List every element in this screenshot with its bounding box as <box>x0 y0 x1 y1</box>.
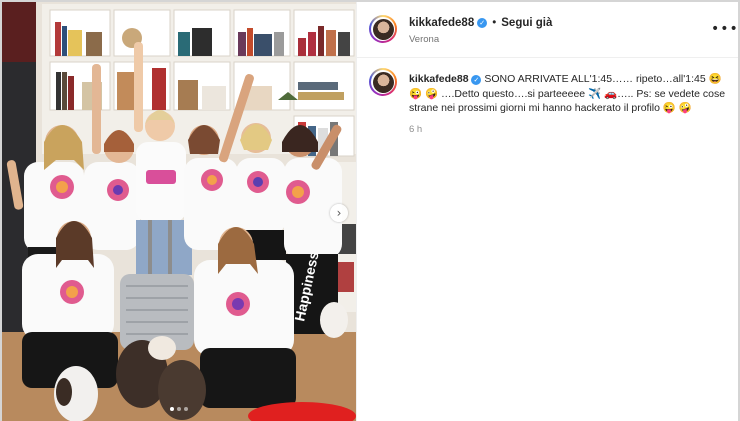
avatar[interactable] <box>369 15 397 43</box>
username-link[interactable]: kikkafede88 <box>409 17 474 29</box>
follow-button[interactable]: Segui già <box>501 17 552 29</box>
post-header: kikkafede88 ✓ • Segui già Verona ••• <box>357 2 738 58</box>
post-image[interactable]: Happiness › <box>2 2 356 421</box>
verified-badge-icon: ✓ <box>471 75 482 86</box>
chevron-right-icon: › <box>336 206 342 220</box>
carousel-indicator <box>170 407 188 411</box>
post-details-panel: kikkafede88 ✓ • Segui già Verona ••• kik… <box>356 2 738 421</box>
caption-avatar[interactable] <box>369 68 397 96</box>
carousel-dot <box>184 407 188 411</box>
more-options-icon[interactable]: ••• <box>711 22 738 36</box>
header-user-line: kikkafede88 ✓ • Segui già <box>409 17 552 29</box>
separator-dot: • <box>492 17 497 29</box>
instagram-post: Happiness › kikkafede88 ✓ • Segui già Ve… <box>2 2 738 421</box>
verified-badge-icon: ✓ <box>477 18 488 28</box>
post-timestamp[interactable]: 6 h <box>409 124 422 135</box>
group-photo: Happiness <box>2 2 356 421</box>
caption: kikkafede88 ✓ SONO ARRIVATE ALL'1:45…… r… <box>409 72 727 116</box>
carousel-next-button[interactable]: › <box>330 204 348 222</box>
caption-username[interactable]: kikkafede88 <box>409 73 469 85</box>
carousel-dot <box>170 407 174 411</box>
browser-frame: Happiness › kikkafede88 ✓ • Segui già Ve… <box>0 0 740 421</box>
location-link[interactable]: Verona <box>409 34 439 45</box>
carousel-dot <box>177 407 181 411</box>
